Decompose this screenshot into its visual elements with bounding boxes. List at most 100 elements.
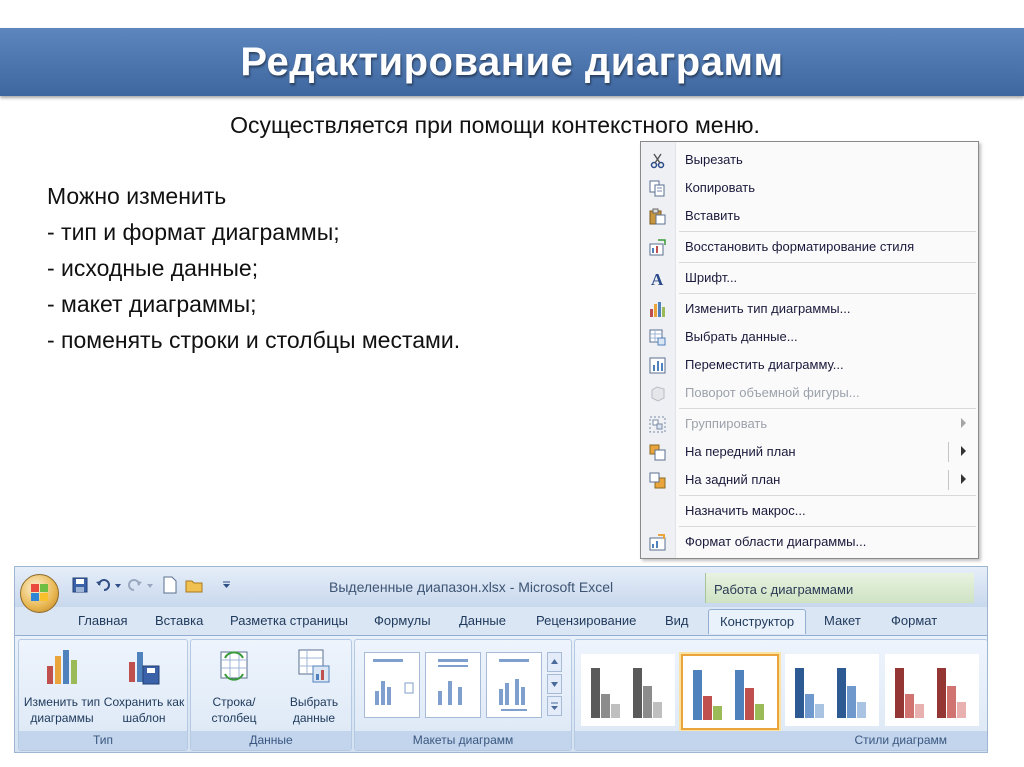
new-document-icon[interactable]: [163, 576, 177, 594]
button-label: Сохранить как шаблон: [103, 695, 185, 725]
menu-item-label: Назначить макрос...: [685, 503, 806, 518]
tab-insert[interactable]: Вставка: [155, 613, 203, 628]
menu-item-assign-macro[interactable]: Назначить макрос...: [641, 498, 978, 524]
menu-item-bring-front[interactable]: На передний план: [641, 439, 978, 465]
group-chart-styles: Стили диаграмм: [574, 639, 987, 751]
reset-style-icon: [649, 239, 666, 256]
select-data-button[interactable]: Выбрать данные: [279, 646, 349, 726]
style-blue-icon: [795, 668, 866, 718]
chart-tools-header: Работа с диаграммами: [705, 573, 974, 603]
layout-thumbnail[interactable]: [486, 652, 542, 718]
group-data: Строка/столбец Выбрать данные Данные: [190, 639, 352, 751]
undo-dropdown-icon[interactable]: [114, 576, 122, 594]
submenu-arrow-icon[interactable]: [961, 474, 966, 484]
scroll-up-button[interactable]: [547, 652, 562, 672]
undo-icon[interactable]: [95, 576, 111, 594]
rotate-3d-icon: [651, 386, 665, 402]
menu-item-move-chart[interactable]: Переместить диаграмму...: [641, 352, 978, 378]
menu-item-cut[interactable]: Вырезать: [641, 147, 978, 173]
select-data-icon: [298, 649, 330, 683]
body-line: Можно изменить: [47, 183, 227, 209]
menu-separator: [679, 293, 976, 294]
save-icon[interactable]: [72, 576, 88, 594]
copy-icon: [649, 180, 665, 197]
chevron-down-icon: [551, 682, 558, 687]
chart-style-blue[interactable]: [785, 654, 879, 726]
menu-item-copy[interactable]: Копировать: [641, 175, 978, 201]
more-layouts-button[interactable]: [547, 696, 562, 716]
chart-tools-label: Работа с диаграммами: [714, 582, 854, 597]
menu-item-font[interactable]: A Шрифт...: [641, 265, 978, 291]
chart-type-icon: [47, 650, 77, 684]
send-back-icon: [649, 472, 666, 489]
menu-separator: [679, 408, 976, 409]
chevron-up-icon: [551, 659, 558, 664]
menu-separator: [679, 495, 976, 496]
office-logo-icon: [31, 584, 48, 601]
submenu-arrow-icon[interactable]: [961, 446, 966, 456]
tab-data[interactable]: Данные: [459, 613, 506, 628]
body-line: - макет диаграммы;: [47, 291, 257, 317]
menu-item-label: Группировать: [685, 416, 768, 431]
ribbon-tabs: Главная Вставка Разметка страницы Формул…: [15, 607, 987, 635]
menu-item-select-data[interactable]: Выбрать данные...: [641, 324, 978, 350]
save-template-icon: [129, 652, 160, 685]
menu-item-label: Копировать: [685, 180, 755, 195]
chart-style-red[interactable]: [885, 654, 979, 726]
expand-gallery-icon: [551, 702, 558, 710]
slide-title: Редактирование диаграмм: [240, 40, 784, 84]
menu-item-label: На задний план: [685, 472, 781, 487]
tab-page-layout[interactable]: Разметка страницы: [230, 613, 348, 628]
menu-item-label: Вырезать: [685, 152, 743, 167]
redo-dropdown-icon[interactable]: [146, 576, 154, 594]
group-label: Данные: [191, 731, 351, 750]
group-type: Изменить тип диаграммы Сохранить как шаб…: [18, 639, 188, 751]
switch-row-column-button[interactable]: Строка/столбец: [199, 646, 269, 726]
font-icon: A: [651, 270, 664, 287]
tab-formulas[interactable]: Формулы: [374, 613, 431, 628]
menu-item-label: Выбрать данные...: [685, 329, 798, 344]
menu-separator: [679, 262, 976, 263]
layout-thumbnail[interactable]: [425, 652, 481, 718]
button-label: Строка/столбец: [211, 695, 257, 725]
menu-item-label: Восстановить форматирование стиля: [685, 239, 915, 254]
redo-icon[interactable]: [127, 576, 143, 594]
menu-item-change-chart-type[interactable]: Изменить тип диаграммы...: [641, 296, 978, 322]
menu-item-label: Вставить: [685, 208, 741, 223]
format-area-icon: [649, 534, 666, 551]
menu-item-send-back[interactable]: На задний план: [641, 467, 978, 493]
menu-item-format-area[interactable]: Формат области диаграммы...: [641, 529, 978, 555]
tab-format[interactable]: Формат: [891, 613, 937, 628]
menu-item-rotate-3d[interactable]: Поворот объемной фигуры...: [641, 380, 978, 406]
customize-qat-icon[interactable]: [222, 576, 231, 594]
layout-2-icon: [438, 659, 468, 705]
move-chart-icon: [649, 357, 666, 374]
menu-item-label: Шрифт...: [685, 270, 738, 285]
select-data-icon: [649, 329, 666, 346]
tab-design[interactable]: Конструктор: [708, 609, 807, 634]
body-line: - тип и формат диаграммы;: [47, 219, 340, 245]
menu-item-label: Поворот объемной фигуры...: [685, 385, 860, 400]
group-icon: [649, 416, 666, 433]
scroll-down-button[interactable]: [547, 674, 562, 694]
scissors-icon: [650, 153, 665, 169]
change-chart-type-button[interactable]: Изменить тип диаграммы: [24, 646, 100, 726]
tab-home[interactable]: Главная: [78, 613, 127, 628]
menu-item-paste[interactable]: Вставить: [641, 203, 978, 229]
tab-layout[interactable]: Макет: [824, 613, 861, 628]
chart-type-icon: [650, 302, 665, 317]
bring-front-icon: [649, 444, 666, 461]
excel-ribbon: Выделенные диапазон.xlsx - Microsoft Exc…: [14, 566, 988, 753]
menu-item-reset-style[interactable]: Восстановить форматирование стиля: [641, 234, 978, 260]
layout-3-icon: [499, 659, 529, 711]
menu-item-label: Изменить тип диаграммы...: [685, 301, 851, 316]
tab-review[interactable]: Рецензирование: [536, 613, 636, 628]
group-label: Стили диаграмм: [575, 731, 987, 750]
layout-thumbnail[interactable]: [364, 652, 420, 718]
chart-style-gray[interactable]: [581, 654, 675, 726]
chart-style-multicolor[interactable]: [681, 654, 779, 730]
menu-item-group[interactable]: Группировать: [641, 411, 978, 437]
save-as-template-button[interactable]: Сохранить как шаблон: [104, 646, 184, 726]
open-folder-icon[interactable]: [185, 576, 203, 594]
tab-view[interactable]: Вид: [665, 613, 689, 628]
